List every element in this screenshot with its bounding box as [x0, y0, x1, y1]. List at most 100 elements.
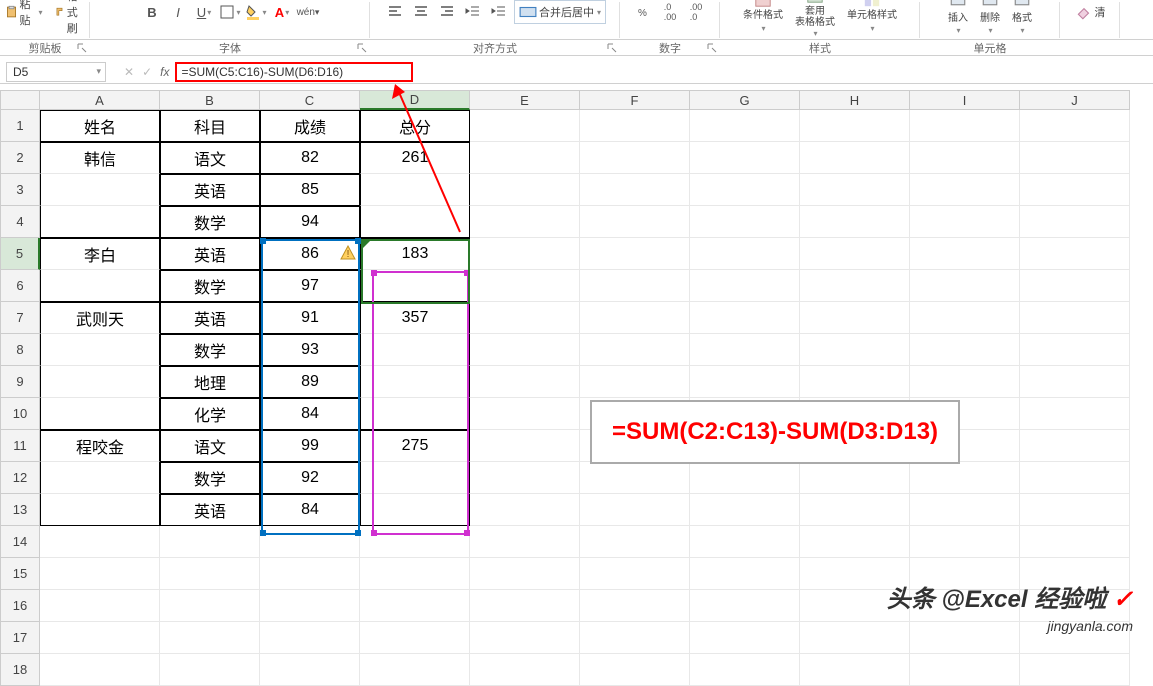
row-header[interactable]: 10: [0, 398, 40, 430]
row-header[interactable]: 11: [0, 430, 40, 462]
cell[interactable]: [690, 302, 800, 334]
cell[interactable]: [360, 558, 470, 590]
cell[interactable]: [800, 270, 910, 302]
cell[interactable]: [800, 334, 910, 366]
cell[interactable]: [260, 622, 360, 654]
cell[interactable]: [470, 430, 580, 462]
italic-button[interactable]: I: [167, 1, 189, 23]
cell[interactable]: 84: [260, 398, 360, 430]
row-header[interactable]: 5: [0, 238, 40, 270]
cell[interactable]: [580, 462, 690, 494]
row-header[interactable]: 1: [0, 110, 40, 142]
cell[interactable]: [1020, 366, 1130, 398]
cell[interactable]: [580, 206, 690, 238]
cell[interactable]: [580, 238, 690, 270]
cell[interactable]: 数学: [160, 206, 260, 238]
cell[interactable]: [470, 494, 580, 526]
cell[interactable]: [690, 174, 800, 206]
cell[interactable]: 化学: [160, 398, 260, 430]
cell[interactable]: [470, 270, 580, 302]
insert-button[interactable]: 插入▾: [944, 0, 972, 35]
cell[interactable]: [360, 366, 470, 398]
decrease-decimal-button[interactable]: .00.0: [685, 1, 707, 23]
increase-indent-button[interactable]: [488, 1, 510, 23]
cell[interactable]: [580, 270, 690, 302]
cell[interactable]: [40, 622, 160, 654]
cell[interactable]: [160, 558, 260, 590]
cell[interactable]: [360, 654, 470, 686]
cell[interactable]: [910, 366, 1020, 398]
cell[interactable]: [360, 462, 470, 494]
cell[interactable]: [690, 558, 800, 590]
cell[interactable]: [910, 334, 1020, 366]
increase-decimal-button[interactable]: .0.00: [659, 1, 681, 23]
cell[interactable]: [580, 590, 690, 622]
cell[interactable]: [1020, 142, 1130, 174]
cell[interactable]: [470, 302, 580, 334]
cell[interactable]: [800, 238, 910, 270]
cell[interactable]: [580, 622, 690, 654]
cell[interactable]: [470, 174, 580, 206]
cell[interactable]: [1020, 238, 1130, 270]
cell[interactable]: [260, 590, 360, 622]
cell[interactable]: [470, 398, 580, 430]
cell[interactable]: [40, 590, 160, 622]
cell[interactable]: 英语: [160, 174, 260, 206]
cell[interactable]: [800, 622, 910, 654]
cell[interactable]: [580, 174, 690, 206]
column-header[interactable]: I: [910, 90, 1020, 110]
cell[interactable]: [1020, 110, 1130, 142]
align-right-button[interactable]: [436, 1, 458, 23]
cell[interactable]: [910, 174, 1020, 206]
cell[interactable]: [1020, 174, 1130, 206]
fill-color-button[interactable]: ▾: [245, 1, 267, 23]
bold-button[interactable]: B: [141, 1, 163, 23]
cell[interactable]: 英语: [160, 302, 260, 334]
cell[interactable]: 语文: [160, 430, 260, 462]
row-header[interactable]: 8: [0, 334, 40, 366]
cell[interactable]: 科目: [160, 110, 260, 142]
column-header[interactable]: G: [690, 90, 800, 110]
cell[interactable]: [360, 526, 470, 558]
cell[interactable]: [1020, 334, 1130, 366]
cell[interactable]: [1020, 302, 1130, 334]
cell[interactable]: [910, 494, 1020, 526]
cell[interactable]: [690, 206, 800, 238]
row-header[interactable]: 17: [0, 622, 40, 654]
cell[interactable]: [910, 270, 1020, 302]
cell[interactable]: [360, 334, 470, 366]
row-header[interactable]: 2: [0, 142, 40, 174]
cell[interactable]: 183: [360, 238, 470, 270]
cell[interactable]: [910, 654, 1020, 686]
cell[interactable]: [800, 366, 910, 398]
cell[interactable]: 85: [260, 174, 360, 206]
cell[interactable]: [910, 206, 1020, 238]
cell[interactable]: [910, 462, 1020, 494]
cell[interactable]: [580, 558, 690, 590]
cell[interactable]: [360, 494, 470, 526]
cell[interactable]: [690, 462, 800, 494]
cell[interactable]: [580, 654, 690, 686]
cell[interactable]: [470, 654, 580, 686]
cell[interactable]: [690, 270, 800, 302]
delete-button[interactable]: 删除▾: [976, 0, 1004, 35]
cell[interactable]: [690, 622, 800, 654]
cell[interactable]: 91: [260, 302, 360, 334]
row-header[interactable]: 13: [0, 494, 40, 526]
cell[interactable]: [470, 622, 580, 654]
font-color-button[interactable]: A▾: [271, 1, 293, 23]
cell[interactable]: 语文: [160, 142, 260, 174]
cell[interactable]: [800, 142, 910, 174]
cell[interactable]: [40, 654, 160, 686]
paste-button[interactable]: 粘贴▾: [1, 0, 47, 28]
number-format-button[interactable]: %: [633, 1, 655, 23]
cell[interactable]: 92: [260, 462, 360, 494]
cell[interactable]: 武则天: [40, 302, 160, 334]
cell[interactable]: 数学: [160, 334, 260, 366]
cell[interactable]: [1020, 270, 1130, 302]
cell[interactable]: [160, 622, 260, 654]
cell[interactable]: 数学: [160, 462, 260, 494]
cell[interactable]: [470, 334, 580, 366]
cell[interactable]: 成绩: [260, 110, 360, 142]
cell[interactable]: [470, 462, 580, 494]
